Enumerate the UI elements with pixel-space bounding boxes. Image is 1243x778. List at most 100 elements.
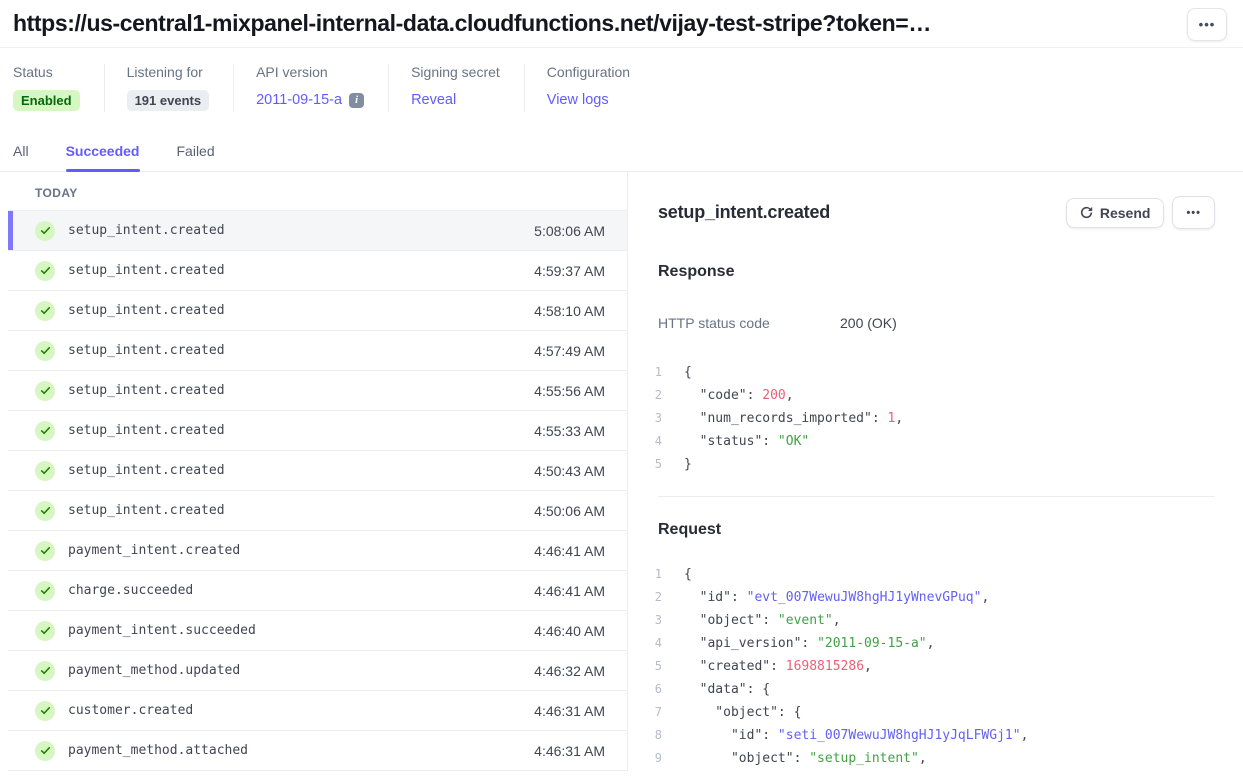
line-number: 7 — [642, 701, 662, 724]
event-name: payment_method.attached — [68, 743, 534, 758]
status-label: Status — [13, 64, 80, 80]
configuration-label: Configuration — [547, 64, 630, 80]
event-name: charge.succeeded — [68, 583, 534, 598]
line-number: 2 — [642, 384, 662, 407]
event-name: setup_intent.created — [68, 223, 534, 238]
success-check-icon — [35, 741, 55, 761]
code-line: 8 "id": "seti_007WewuJW8hgHJ1yJqLFWGj1", — [642, 724, 1215, 747]
content-split: TODAY setup_intent.created5:08:06 AMsetu… — [0, 172, 1243, 771]
request-heading: Request — [658, 521, 1215, 539]
signing-secret-label: Signing secret — [411, 64, 500, 80]
line-number: 6 — [642, 678, 662, 701]
code-line: 7 "object": { — [642, 701, 1215, 724]
code-line: 1{ — [642, 361, 1215, 384]
line-number: 3 — [642, 609, 662, 632]
event-time: 4:46:41 AM — [534, 583, 605, 599]
event-row[interactable]: setup_intent.created4:55:33 AM — [8, 411, 627, 451]
event-row[interactable]: payment_method.attached4:46:31 AM — [8, 731, 627, 771]
code-line: 3 "num_records_imported": 1, — [642, 407, 1215, 430]
event-name: setup_intent.created — [68, 263, 534, 278]
page-header: https://us-central1-mixpanel-internal-da… — [0, 0, 1243, 48]
api-version-label: API version — [256, 64, 364, 80]
event-row[interactable]: payment_intent.created4:46:41 AM — [8, 531, 627, 571]
header-more-button[interactable]: ••• — [1187, 8, 1227, 41]
success-check-icon — [35, 501, 55, 521]
line-number: 5 — [642, 453, 662, 476]
event-time: 5:08:06 AM — [534, 223, 605, 239]
success-check-icon — [35, 581, 55, 601]
events-count-badge: 191 events — [127, 90, 210, 111]
line-number: 9 — [642, 747, 662, 770]
event-time: 4:46:31 AM — [534, 743, 605, 759]
tab-failed[interactable]: Failed — [177, 143, 215, 171]
success-check-icon — [35, 221, 55, 241]
line-number: 1 — [642, 361, 662, 384]
event-row[interactable]: setup_intent.created4:59:37 AM — [8, 251, 627, 291]
event-name: payment_intent.created — [68, 543, 534, 558]
event-detail-panel: setup_intent.created Resend ••• Response… — [628, 172, 1243, 771]
success-check-icon — [35, 661, 55, 681]
line-number: 5 — [642, 655, 662, 678]
event-row[interactable]: setup_intent.created5:08:06 AM — [8, 211, 627, 251]
meta-api-version: API version 2011-09-15-a i — [233, 64, 388, 112]
tab-all[interactable]: All — [13, 143, 29, 171]
event-time: 4:46:41 AM — [534, 543, 605, 559]
info-icon: i — [349, 93, 364, 108]
http-status-row: HTTP status code 200 (OK) — [658, 315, 1215, 331]
meta-configuration: Configuration View logs — [524, 64, 654, 112]
event-time: 4:46:32 AM — [534, 663, 605, 679]
tab-succeeded[interactable]: Succeeded — [66, 143, 140, 171]
event-time: 4:55:56 AM — [534, 383, 605, 399]
event-row[interactable]: setup_intent.created4:50:06 AM — [8, 491, 627, 531]
event-name: setup_intent.created — [68, 463, 534, 478]
reveal-secret-link[interactable]: Reveal — [411, 92, 456, 108]
line-number: 4 — [642, 632, 662, 655]
event-name: setup_intent.created — [68, 303, 534, 318]
event-rows: setup_intent.created5:08:06 AMsetup_inte… — [8, 210, 627, 771]
endpoint-url-title: https://us-central1-mixpanel-internal-da… — [13, 8, 931, 37]
listening-for-label: Listening for — [127, 64, 210, 80]
event-time: 4:46:40 AM — [534, 623, 605, 639]
section-divider — [658, 496, 1215, 497]
success-check-icon — [35, 261, 55, 281]
endpoint-meta-row: Status Enabled Listening for 191 events … — [13, 64, 1243, 112]
resend-icon — [1080, 206, 1093, 219]
event-detail-title: setup_intent.created — [658, 202, 830, 223]
detail-actions: Resend ••• — [1066, 196, 1215, 229]
event-time: 4:50:06 AM — [534, 503, 605, 519]
event-row[interactable]: charge.succeeded4:46:41 AM — [8, 571, 627, 611]
line-number: 3 — [642, 407, 662, 430]
event-row[interactable]: payment_method.updated4:46:32 AM — [8, 651, 627, 691]
event-name: setup_intent.created — [68, 383, 534, 398]
event-list-panel: TODAY setup_intent.created5:08:06 AMsetu… — [0, 172, 628, 771]
code-line: 4 "status": "OK" — [642, 430, 1215, 453]
event-row[interactable]: customer.created4:46:31 AM — [8, 691, 627, 731]
resend-button[interactable]: Resend — [1066, 198, 1165, 228]
event-row[interactable]: setup_intent.created4:58:10 AM — [8, 291, 627, 331]
code-line: 3 "object": "event", — [642, 609, 1215, 632]
event-row[interactable]: setup_intent.created4:50:43 AM — [8, 451, 627, 491]
event-time: 4:58:10 AM — [534, 303, 605, 319]
line-number: 1 — [642, 563, 662, 586]
event-row[interactable]: setup_intent.created4:57:49 AM — [8, 331, 627, 371]
success-check-icon — [35, 701, 55, 721]
event-time: 4:59:37 AM — [534, 263, 605, 279]
webhook-endpoint-page: https://us-central1-mixpanel-internal-da… — [0, 0, 1243, 778]
code-line: 5} — [642, 453, 1215, 476]
api-version-link[interactable]: 2011-09-15-a — [256, 92, 342, 108]
code-line: 2 "code": 200, — [642, 384, 1215, 407]
detail-more-button[interactable]: ••• — [1172, 196, 1215, 229]
view-logs-link[interactable]: View logs — [547, 92, 609, 108]
code-line: 5 "created": 1698815286, — [642, 655, 1215, 678]
status-badge: Enabled — [13, 90, 80, 111]
request-code-block: 1{2 "id": "evt_007WewuJW8hgHJ1yWnevGPuq"… — [642, 563, 1215, 770]
event-time: 4:46:31 AM — [534, 703, 605, 719]
success-check-icon — [35, 541, 55, 561]
event-row[interactable]: setup_intent.created4:55:56 AM — [8, 371, 627, 411]
http-status-value: 200 (OK) — [840, 315, 897, 331]
code-line: 6 "data": { — [642, 678, 1215, 701]
event-name: setup_intent.created — [68, 343, 534, 358]
code-line: 4 "api_version": "2011-09-15-a", — [642, 632, 1215, 655]
event-row[interactable]: payment_intent.succeeded4:46:40 AM — [8, 611, 627, 651]
code-line: 2 "id": "evt_007WewuJW8hgHJ1yWnevGPuq", — [642, 586, 1215, 609]
